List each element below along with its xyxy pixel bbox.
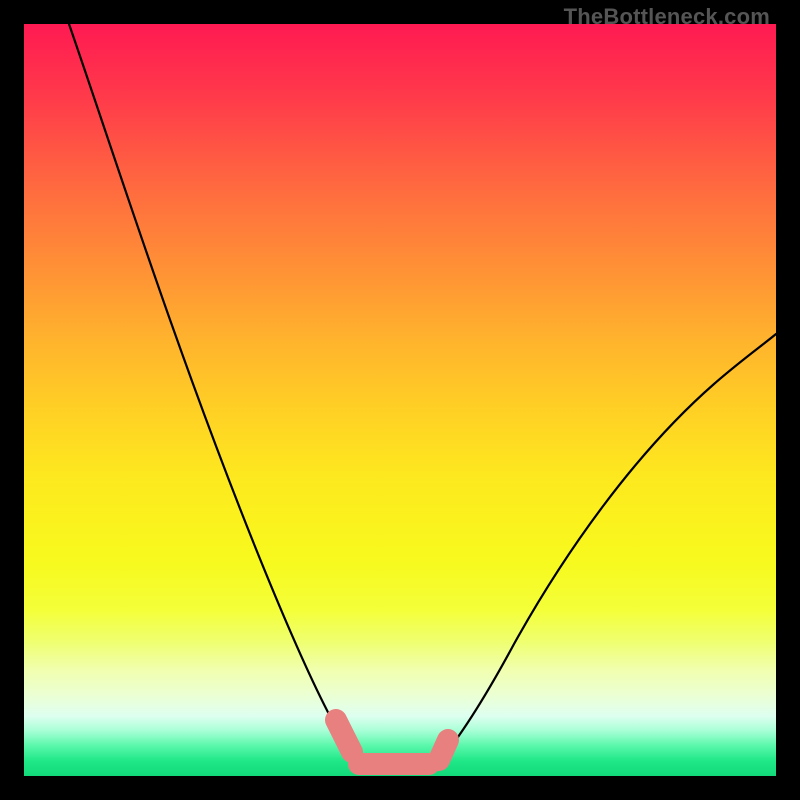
chart-overlay: [24, 24, 776, 776]
right-curve: [439, 334, 776, 762]
left-curve: [69, 24, 359, 762]
worm-marker: [336, 720, 448, 764]
